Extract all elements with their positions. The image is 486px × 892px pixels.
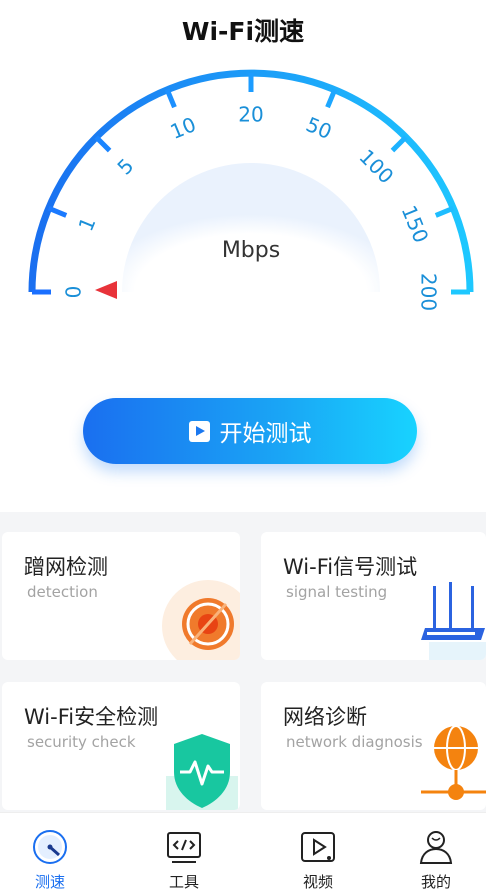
tab-label: 工具 (168, 873, 199, 891)
start-test-label: 开始测试 (219, 421, 312, 447)
card-title: Wi-Fi信号测试 (283, 555, 418, 579)
gauge-tick (164, 88, 177, 109)
gauge-tick-label: 0 (62, 286, 86, 299)
gauge-tick-label: 5 (113, 154, 139, 180)
tab-label: 测速 (34, 873, 65, 891)
gauge-tick-label: 200 (417, 273, 441, 311)
card-subtitle: network diagnosis (286, 733, 423, 751)
gauge-tick-label: 100 (355, 145, 399, 189)
code-tool-icon (167, 832, 201, 863)
gauge-tick (94, 135, 112, 153)
tab-label: 视频 (302, 873, 333, 891)
gauge-pointer (95, 281, 117, 299)
tab-tools[interactable]: 工具 (134, 813, 234, 891)
radar-icon (162, 580, 240, 660)
tab-speed-test[interactable]: 测速 (0, 813, 100, 891)
gauge-tick (390, 135, 408, 153)
tab-profile[interactable]: 我的 (386, 813, 486, 891)
gauge-tick (325, 88, 338, 109)
speed-gauge: 01510 20 50100150200 (28, 69, 474, 311)
start-test-button[interactable]: 开始测试 (83, 398, 417, 464)
gauge-tick-label: 1 (73, 214, 100, 235)
play-icon (188, 420, 210, 442)
gauge-tick-label: 10 (167, 112, 200, 144)
card-detection[interactable]: 蹭网检测 detection (2, 532, 240, 660)
card-security-check[interactable]: Wi-Fi安全检测 security check (2, 682, 240, 810)
card-title: Wi-Fi安全检测 (24, 705, 159, 729)
card-title: 蹭网检测 (24, 555, 108, 579)
tab-video[interactable]: 视频 (268, 813, 368, 891)
page-title: Wi-Fi测速 (181, 17, 305, 46)
card-subtitle: security check (27, 733, 136, 751)
gauge-tick-label: 20 (238, 103, 263, 127)
bottom-tab-bar: 测速 工具 视频 我的 (0, 812, 486, 891)
tab-label: 我的 (420, 873, 451, 891)
speedometer-icon (33, 830, 67, 864)
card-signal-testing[interactable]: Wi-Fi信号测试 signal testing (261, 532, 486, 660)
globe-network-icon (421, 726, 486, 800)
card-subtitle: signal testing (286, 583, 388, 601)
user-icon (419, 831, 453, 864)
card-title: 网络诊断 (283, 705, 367, 729)
video-icon (301, 832, 335, 862)
gauge-inner-glow (122, 163, 380, 292)
router-icon (421, 582, 486, 660)
gauge-tick (434, 205, 455, 218)
gauge-tick-label: 50 (303, 112, 336, 144)
gauge-unit-label: Mbps (221, 238, 281, 263)
gauge-tick (47, 205, 68, 218)
card-network-diagnosis[interactable]: 网络诊断 network diagnosis (261, 682, 486, 810)
card-subtitle: detection (27, 583, 98, 601)
shield-icon (166, 734, 238, 810)
